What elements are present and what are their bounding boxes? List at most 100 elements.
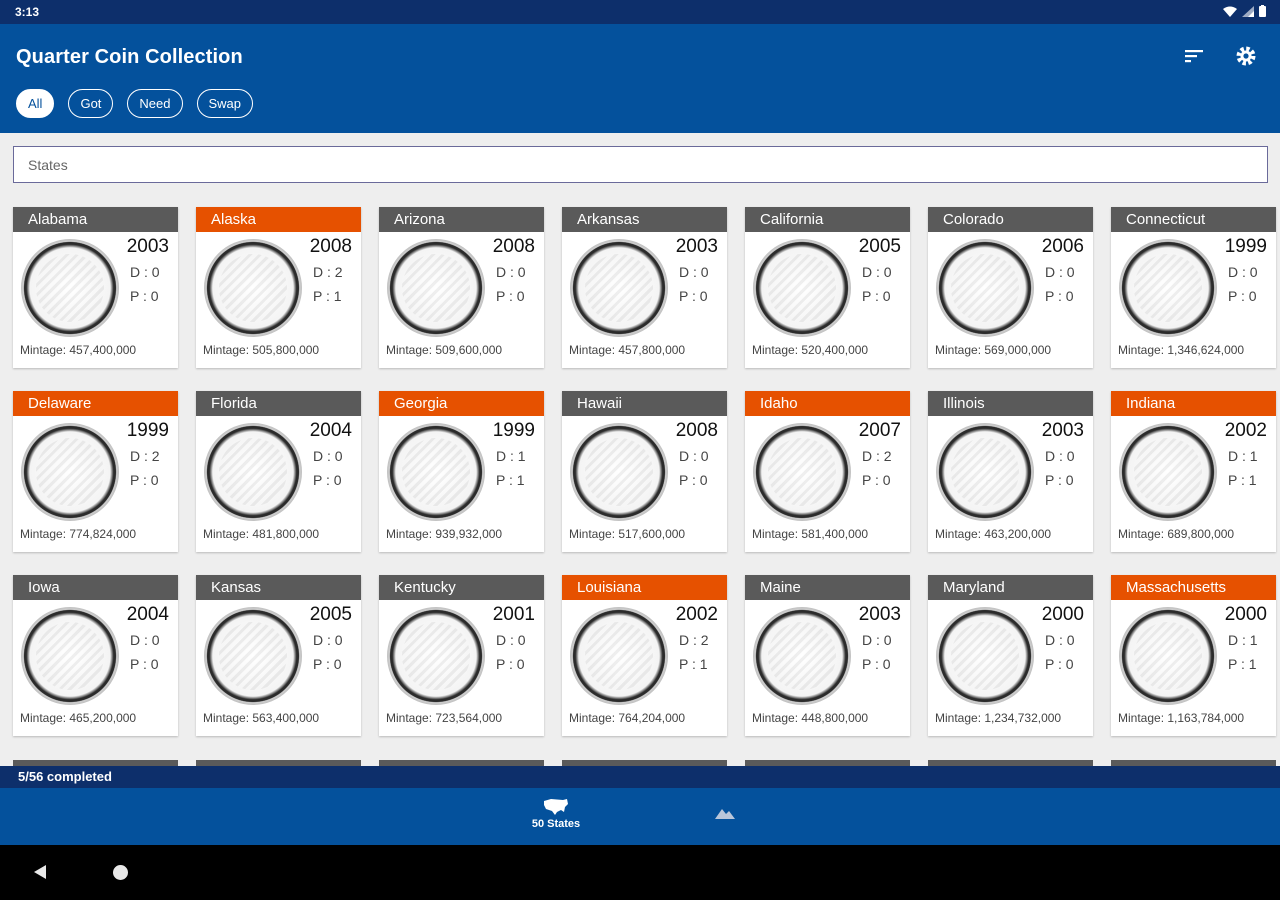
coin-denver-count: D : 1	[1228, 448, 1258, 464]
coin-year: 2003	[1041, 420, 1084, 441]
coin-image	[204, 607, 302, 705]
coin-card[interactable]: Idaho 2007 D : 2 P : 0 Mintage: 581,400,…	[745, 391, 910, 552]
coin-image	[387, 239, 485, 337]
coin-philadelphia-count: P : 1	[496, 472, 525, 488]
coin-card[interactable]: Maine 2003 D : 0 P : 0 Mintage: 448,800,…	[745, 575, 910, 736]
battery-icon	[1259, 5, 1266, 17]
coin-state-name: Alabama	[13, 207, 178, 232]
coin-card[interactable]: California 2005 D : 0 P : 0 Mintage: 520…	[745, 207, 910, 368]
coin-state-name: Florida	[196, 391, 361, 416]
coin-denver-count: D : 0	[313, 448, 343, 464]
nav-tab-parks[interactable]	[705, 806, 745, 822]
coin-denver-count: D : 0	[1045, 632, 1075, 648]
coin-year: 2002	[1224, 420, 1267, 441]
coin-image	[204, 239, 302, 337]
coin-state-name: Idaho	[745, 391, 910, 416]
coin-card[interactable]: Illinois 2003 D : 0 P : 0 Mintage: 463,2…	[928, 391, 1093, 552]
coin-card[interactable]: Maryland 2000 D : 0 P : 0 Mintage: 1,234…	[928, 575, 1093, 736]
coin-state-name: Maryland	[928, 575, 1093, 600]
coin-card[interactable]: Louisiana 2002 D : 2 P : 1 Mintage: 764,…	[562, 575, 727, 736]
coin-card[interactable]: Georgia 1999 D : 1 P : 1 Mintage: 939,93…	[379, 391, 544, 552]
coin-card[interactable]: Connecticut 1999 D : 0 P : 0 Mintage: 1,…	[1111, 207, 1276, 368]
coin-year: 2004	[126, 604, 169, 625]
coin-denver-count: D : 0	[130, 632, 160, 648]
coin-card[interactable]: Delaware 1999 D : 2 P : 0 Mintage: 774,8…	[13, 391, 178, 552]
coin-state-name: Iowa	[13, 575, 178, 600]
coin-philadelphia-count: P : 0	[130, 472, 159, 488]
coin-mintage: Mintage: 465,200,000	[20, 711, 137, 725]
coin-card[interactable]: Colorado 2006 D : 0 P : 0 Mintage: 569,0…	[928, 207, 1093, 368]
back-icon[interactable]	[32, 864, 48, 880]
coin-philadelphia-count: P : 0	[130, 288, 159, 304]
filter-chip-swap[interactable]: Swap	[196, 89, 254, 118]
coin-card[interactable]: Kansas 2005 D : 0 P : 0 Mintage: 563,400…	[196, 575, 361, 736]
nav-tab-label: 50 States	[531, 818, 581, 830]
coin-image	[21, 239, 119, 337]
coin-denver-count: D : 0	[679, 264, 709, 280]
coin-card[interactable]: Massachusetts 2000 D : 1 P : 1 Mintage: …	[1111, 575, 1276, 736]
coin-card[interactable]: Alabama 2003 D : 0 P : 0 Mintage: 457,40…	[13, 207, 178, 368]
coin-denver-count: D : 0	[1045, 264, 1075, 280]
filter-chip-all[interactable]: All	[16, 89, 55, 118]
coin-year: 1999	[492, 420, 535, 441]
coin-state-name: Indiana	[1111, 391, 1276, 416]
app-title: Quarter Coin Collection	[16, 46, 243, 68]
filter-chip-need[interactable]: Need	[127, 89, 183, 118]
coin-denver-count: D : 0	[1045, 448, 1075, 464]
coin-state-name: Louisiana	[562, 575, 727, 600]
coin-card[interactable]: Indiana 2002 D : 1 P : 1 Mintage: 689,80…	[1111, 391, 1276, 552]
search-input[interactable]	[14, 147, 1267, 182]
coin-card[interactable]: Alaska 2008 D : 2 P : 1 Mintage: 505,800…	[196, 207, 361, 368]
coin-card[interactable]: Hawaii 2008 D : 0 P : 0 Mintage: 517,600…	[562, 391, 727, 552]
search-box[interactable]	[13, 146, 1268, 183]
coin-denver-count: D : 2	[130, 448, 160, 464]
coin-philadelphia-count: P : 0	[1045, 288, 1074, 304]
coin-philadelphia-count: P : 0	[1045, 656, 1074, 672]
coin-state-name: Hawaii	[562, 391, 727, 416]
coin-state-name: Arkansas	[562, 207, 727, 232]
nav-tab-50-states[interactable]: 50 States	[520, 798, 592, 830]
coin-year: 2004	[309, 420, 352, 441]
coin-year: 1999	[126, 420, 169, 441]
home-icon[interactable]	[113, 865, 128, 880]
coin-image	[753, 607, 851, 705]
coin-denver-count: D : 0	[496, 632, 526, 648]
coin-denver-count: D : 0	[496, 264, 526, 280]
bottom-navigation: 50 States	[0, 788, 1280, 845]
coin-image	[387, 607, 485, 705]
coin-denver-count: D : 0	[862, 264, 892, 280]
mountains-icon	[715, 809, 735, 819]
coin-state-name: Alaska	[196, 207, 361, 232]
filter-chip-got[interactable]: Got	[68, 89, 114, 118]
coin-philadelphia-count: P : 0	[862, 472, 891, 488]
coin-philadelphia-count: P : 0	[679, 472, 708, 488]
coin-denver-count: D : 0	[862, 632, 892, 648]
coin-card[interactable]: Kentucky 2001 D : 0 P : 0 Mintage: 723,5…	[379, 575, 544, 736]
coin-card[interactable]: Florida 2004 D : 0 P : 0 Mintage: 481,80…	[196, 391, 361, 552]
coin-denver-count: D : 2	[862, 448, 892, 464]
coin-year: 2005	[309, 604, 352, 625]
coin-mintage: Mintage: 448,800,000	[752, 711, 869, 725]
coin-year: 2001	[492, 604, 535, 625]
settings-gear-icon[interactable]	[1234, 44, 1260, 70]
coin-image	[21, 607, 119, 705]
coin-list[interactable]: Alabama 2003 D : 0 P : 0 Mintage: 457,40…	[0, 133, 1280, 766]
coin-mintage: Mintage: 457,800,000	[569, 343, 686, 357]
sort-icon[interactable]	[1182, 44, 1208, 70]
coin-image	[21, 423, 119, 521]
coin-mintage: Mintage: 569,000,000	[935, 343, 1052, 357]
coin-year: 2007	[858, 420, 901, 441]
coin-image	[570, 607, 668, 705]
coin-state-name: Maine	[745, 575, 910, 600]
coin-year: 1999	[1224, 236, 1267, 257]
coin-mintage: Mintage: 689,800,000	[1118, 527, 1235, 541]
coin-card[interactable]: Arkansas 2003 D : 0 P : 0 Mintage: 457,8…	[562, 207, 727, 368]
coin-image	[936, 423, 1034, 521]
coin-image	[204, 423, 302, 521]
coin-mintage: Mintage: 581,400,000	[752, 527, 869, 541]
coin-state-name: Delaware	[13, 391, 178, 416]
coin-image	[1119, 423, 1217, 521]
coin-mintage: Mintage: 517,600,000	[569, 527, 686, 541]
coin-card[interactable]: Arizona 2008 D : 0 P : 0 Mintage: 509,60…	[379, 207, 544, 368]
coin-card[interactable]: Iowa 2004 D : 0 P : 0 Mintage: 465,200,0…	[13, 575, 178, 736]
